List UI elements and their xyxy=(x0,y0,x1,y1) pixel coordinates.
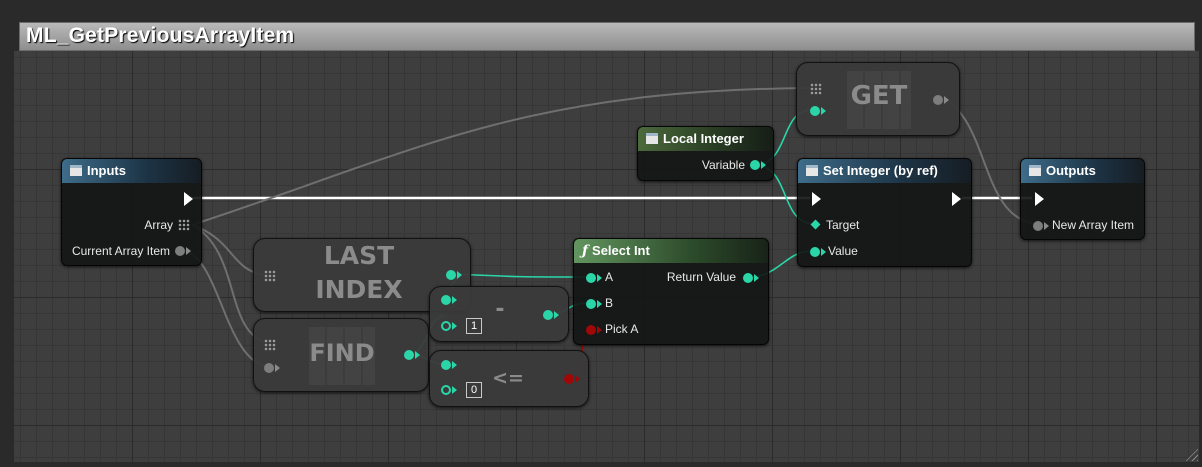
return-value-pin-label: Return Value xyxy=(666,270,736,284)
outputs-node-header: Outputs xyxy=(1021,159,1144,183)
less-equal-b-value[interactable]: 0 xyxy=(466,382,482,398)
find-node[interactable]: FIND xyxy=(253,318,429,392)
select-b-pin[interactable] xyxy=(586,299,596,309)
select-b-pin-arrow xyxy=(597,300,602,308)
get-output-pin-arrow xyxy=(944,96,949,104)
find-item-pin-arrow xyxy=(275,364,280,372)
find-item-pin[interactable] xyxy=(264,363,274,373)
current-array-item-pin[interactable] xyxy=(175,246,185,256)
select-a-pin-label: A xyxy=(605,270,614,284)
select-a-pin-arrow xyxy=(597,274,602,282)
get-node[interactable]: GET xyxy=(796,62,960,136)
variable-pin[interactable] xyxy=(750,160,760,170)
value-pin-arrow xyxy=(821,248,826,256)
current-array-item-pin-arrow xyxy=(186,247,191,255)
get-array-pin-icon[interactable] xyxy=(810,83,822,95)
select-int-node-title: Select Int xyxy=(592,243,650,258)
less-equal-output-pin[interactable] xyxy=(564,374,574,384)
select-a-pin[interactable] xyxy=(586,273,596,283)
less-equal-a-pin-arrow xyxy=(452,361,457,369)
value-pin[interactable] xyxy=(810,247,820,257)
inputs-node-header: Inputs xyxy=(62,159,201,183)
array-pin-icon[interactable] xyxy=(178,219,190,231)
new-array-item-pin-arrow xyxy=(1044,222,1049,230)
set-integer-node-header: Set Integer (by ref) xyxy=(798,159,971,183)
local-integer-node-title: Local Integer xyxy=(663,131,744,146)
variable-icon xyxy=(646,133,658,144)
find-array-pin-icon[interactable] xyxy=(264,339,276,351)
last-index-label-line1: LAST xyxy=(323,241,395,270)
less-equal-label: <= xyxy=(492,367,524,389)
get-index-pin-arrow xyxy=(821,107,826,115)
set-integer-exec-in-pin[interactable] xyxy=(812,192,821,206)
entry-icon xyxy=(70,165,82,176)
subtract-a-pin-arrow xyxy=(452,296,457,304)
return-value-pin[interactable] xyxy=(743,273,753,283)
target-pin[interactable] xyxy=(810,219,821,230)
find-output-pin[interactable] xyxy=(404,350,414,360)
subtract-label: - xyxy=(495,297,505,322)
new-array-item-pin-label: New Array Item xyxy=(1052,218,1135,232)
inputs-node-title: Inputs xyxy=(87,163,126,178)
return-value-pin-arrow xyxy=(754,274,759,282)
get-output-pin[interactable] xyxy=(933,95,943,105)
inputs-exec-out-pin[interactable] xyxy=(184,192,193,206)
set-integer-exec-out-pin[interactable] xyxy=(952,192,961,206)
get-node-label: GET xyxy=(850,81,908,111)
local-integer-node-header: Local Integer xyxy=(638,127,773,151)
subtract-a-pin[interactable] xyxy=(441,295,451,305)
variable-pin-label: Variable xyxy=(701,158,745,172)
inputs-node[interactable]: Inputs Array Current Array Item xyxy=(61,158,202,266)
select-int-node-header: ƒ Select Int xyxy=(574,239,768,263)
outputs-exec-in-pin[interactable] xyxy=(1035,192,1044,206)
last-index-label-line2: INDEX xyxy=(315,275,403,304)
last-index-array-pin-icon[interactable] xyxy=(264,270,276,282)
less-equal-node[interactable]: 0 <= xyxy=(429,350,589,407)
lastindex-to-a-wire xyxy=(451,273,591,278)
last-index-output-pin-arrow xyxy=(457,271,462,279)
target-pin-label: Target xyxy=(826,218,860,232)
find-node-label: FIND xyxy=(309,339,375,367)
array-pin-label: Array xyxy=(144,218,173,232)
last-index-output-pin[interactable] xyxy=(446,270,456,280)
find-output-pin-arrow xyxy=(415,351,420,359)
pick-a-pin[interactable] xyxy=(586,325,596,335)
less-equal-a-pin[interactable] xyxy=(441,360,451,370)
subtract-b-pin-arrow xyxy=(452,322,457,330)
new-array-item-pin[interactable] xyxy=(1033,221,1043,231)
subtract-node[interactable]: 1 - xyxy=(429,286,569,342)
function-node-icon xyxy=(806,165,818,176)
pick-a-pin-arrow xyxy=(597,326,602,334)
subtract-output-pin[interactable] xyxy=(543,310,553,320)
outputs-node-title: Outputs xyxy=(1046,163,1096,178)
variable-pin-arrow xyxy=(761,161,766,169)
subtract-b-value[interactable]: 1 xyxy=(466,318,482,334)
value-pin-label: Value xyxy=(828,244,858,258)
get-index-pin[interactable] xyxy=(810,106,820,116)
return-icon xyxy=(1029,165,1041,176)
subtract-output-pin-arrow xyxy=(554,311,559,319)
less-equal-b-pin[interactable] xyxy=(441,385,451,395)
local-integer-node[interactable]: Local Integer Variable xyxy=(637,126,774,181)
set-integer-node-title: Set Integer (by ref) xyxy=(823,163,938,178)
outputs-node[interactable]: Outputs New Array Item xyxy=(1020,158,1145,240)
current-array-item-pin-label: Current Array Item xyxy=(71,244,170,258)
select-int-node[interactable]: ƒ Select Int A B Pick A Return Value xyxy=(573,238,769,345)
subtract-b-pin[interactable] xyxy=(441,321,451,331)
pick-a-pin-label: Pick A xyxy=(605,322,639,336)
set-integer-node[interactable]: Set Integer (by ref) Target Value xyxy=(797,158,972,267)
select-b-pin-label: B xyxy=(605,296,614,310)
less-equal-output-pin-arrow xyxy=(575,375,580,383)
function-icon: ƒ xyxy=(582,243,589,259)
less-equal-b-pin-arrow xyxy=(452,386,457,394)
